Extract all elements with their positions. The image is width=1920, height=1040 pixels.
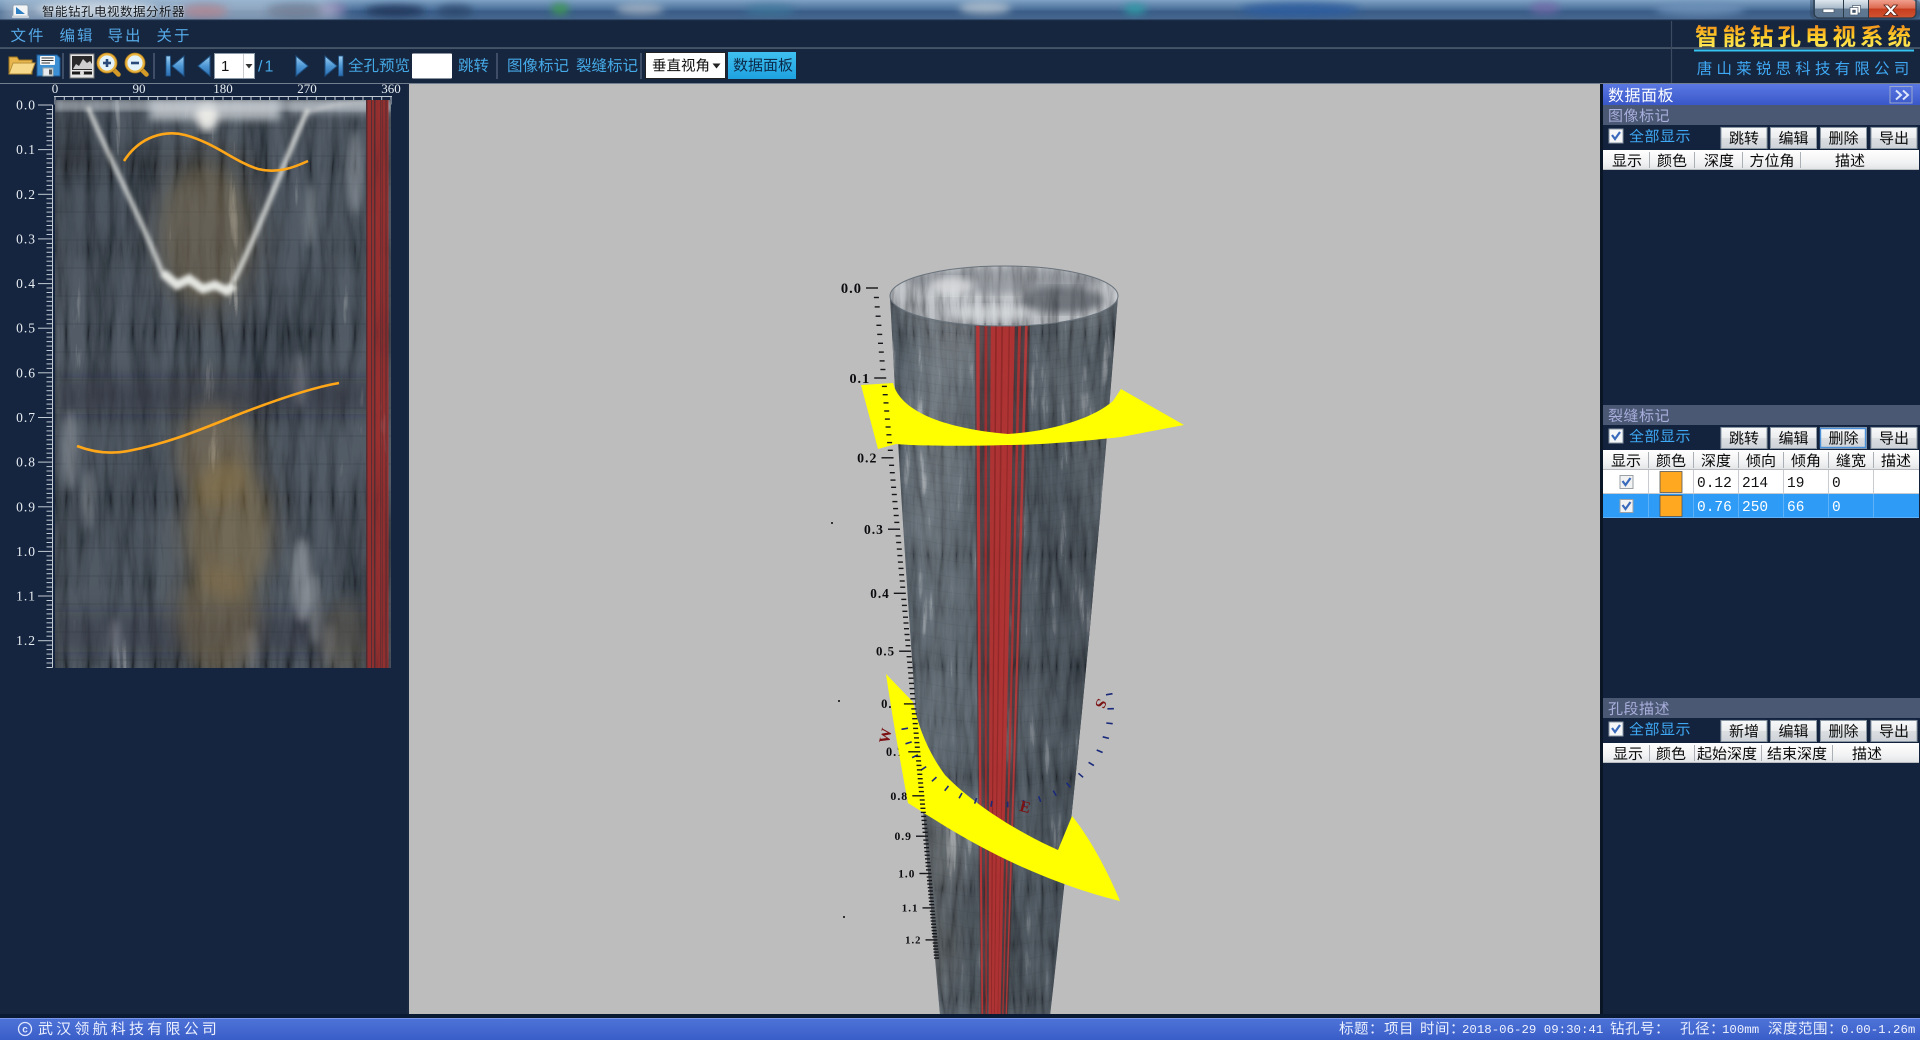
svg-text:270: 270: [297, 81, 317, 96]
svg-text:0.76: 0.76: [1697, 500, 1732, 516]
svg-text:0: 0: [52, 81, 59, 96]
svg-text:1.1: 1.1: [902, 903, 919, 915]
svg-text:0.4: 0.4: [870, 586, 890, 601]
svg-text:0.8: 0.8: [890, 789, 908, 803]
svg-text:2018-06-29 09:30:41: 2018-06-29 09:30:41: [1462, 1023, 1603, 1037]
svg-text:214: 214: [1742, 476, 1768, 492]
svg-text:0.3: 0.3: [16, 231, 36, 246]
svg-text:0.9: 0.9: [16, 499, 36, 514]
svg-text:0.1: 0.1: [16, 142, 36, 157]
svg-text:1.0: 1.0: [16, 544, 36, 559]
svg-text:0.12: 0.12: [1697, 476, 1732, 492]
svg-text:0.0: 0.0: [16, 98, 36, 113]
svg-text:0.4: 0.4: [16, 276, 36, 291]
svg-text:0.8: 0.8: [16, 455, 36, 470]
svg-text:250: 250: [1742, 500, 1768, 516]
svg-text:1.1: 1.1: [16, 589, 36, 604]
svg-text:0: 0: [1832, 476, 1841, 492]
svg-text:1.0: 1.0: [898, 868, 915, 880]
svg-text:0.1: 0.1: [849, 371, 870, 387]
svg-text:0.2: 0.2: [16, 187, 36, 202]
svg-text:180: 180: [213, 81, 233, 96]
svg-text:100mm: 100mm: [1722, 1023, 1759, 1037]
svg-text:0.0: 0.0: [841, 281, 862, 297]
svg-text:0.00-1.26m: 0.00-1.26m: [1841, 1023, 1915, 1037]
svg-text:66: 66: [1787, 500, 1804, 516]
svg-text:0: 0: [1832, 500, 1841, 516]
svg-text:0.5: 0.5: [876, 645, 895, 659]
svg-text:0.9: 0.9: [894, 830, 912, 843]
svg-text:0.5: 0.5: [16, 321, 36, 336]
svg-text:0.3: 0.3: [864, 522, 884, 537]
svg-text:0.7: 0.7: [16, 410, 36, 425]
svg-text:19: 19: [1787, 476, 1804, 492]
svg-text:1: 1: [221, 58, 229, 75]
svg-text:c: c: [22, 1025, 28, 1036]
svg-text:/1: /1: [258, 59, 275, 76]
svg-text:1.2: 1.2: [16, 633, 36, 648]
svg-text:1.2: 1.2: [905, 936, 921, 947]
svg-text:0.6: 0.6: [16, 365, 36, 380]
svg-text:90: 90: [133, 81, 146, 96]
svg-text:360: 360: [381, 81, 401, 96]
svg-text:0.2: 0.2: [857, 451, 877, 466]
